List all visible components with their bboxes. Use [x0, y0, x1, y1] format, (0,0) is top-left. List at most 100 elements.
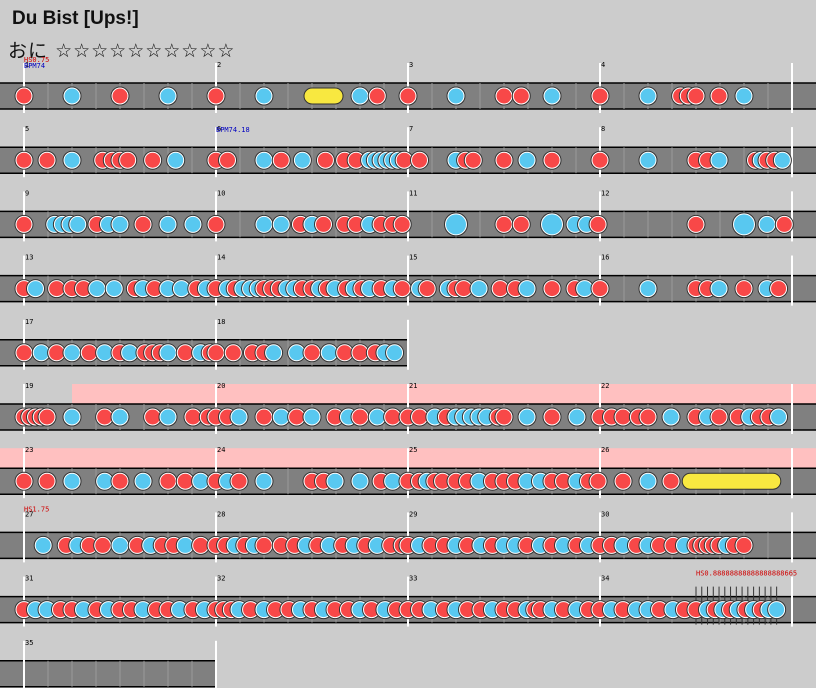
measure-number: 4 [601, 61, 605, 69]
ka-note-face [256, 152, 272, 168]
ka-note-face [771, 409, 787, 425]
ka-note-face [663, 409, 679, 425]
don-note-face [590, 473, 606, 489]
don-note-face [400, 88, 416, 104]
ka-note-face [273, 409, 289, 425]
don-note-face [640, 409, 656, 425]
ka-note-face [35, 537, 51, 553]
ka-note-face [769, 602, 785, 618]
don-note-face [177, 345, 193, 361]
ka-note-face [97, 473, 113, 489]
don-note-face [590, 216, 606, 232]
measure-number: 9 [25, 189, 29, 197]
lane-track [0, 660, 216, 687]
don-note-face [385, 409, 401, 425]
don-note-face [185, 409, 201, 425]
chart-annotation: BPM74.18 [216, 126, 250, 134]
ka-note-face [266, 345, 282, 361]
ka-note-face [173, 281, 189, 297]
chart-annotation: BPM74 [24, 62, 45, 70]
ka-note-face [544, 88, 560, 104]
ka-note-face [231, 409, 247, 425]
drumroll-note [681, 472, 782, 490]
measure-number: 32 [217, 575, 225, 583]
don-note-face [544, 409, 560, 425]
ka-note-face [64, 345, 80, 361]
don-note-face [776, 216, 792, 232]
don-note-face [304, 345, 320, 361]
ka-note-face [369, 409, 385, 425]
ka-note-face [519, 152, 535, 168]
ka-note-face [160, 409, 176, 425]
ka-note-face [352, 473, 368, 489]
don-note-face [465, 152, 481, 168]
don-note-face [256, 409, 272, 425]
don-note-face [496, 409, 512, 425]
measure-number: 21 [409, 382, 417, 390]
ka-note-face [64, 409, 80, 425]
measure-number: 22 [601, 382, 609, 390]
don-note-face [513, 216, 529, 232]
ka-note-face [759, 216, 775, 232]
ka-note-face [160, 345, 176, 361]
measure-number: 12 [601, 189, 609, 197]
ka-note-face [185, 216, 201, 232]
ka-note-face [640, 473, 656, 489]
ka-note-face [168, 152, 184, 168]
don-note-face [208, 88, 224, 104]
measure-number: 33 [409, 575, 417, 583]
don-note-face [49, 345, 65, 361]
don-note-face [337, 345, 353, 361]
don-note-face [736, 281, 752, 297]
don-note-face [177, 473, 193, 489]
don-note-face [688, 216, 704, 232]
measure-number: 14 [217, 254, 225, 262]
measure-number: 20 [217, 382, 225, 390]
ka-note-face [446, 214, 466, 235]
measure-number: 15 [409, 254, 417, 262]
ka-note-face [160, 216, 176, 232]
don-note-face [16, 88, 32, 104]
don-note-face [352, 409, 368, 425]
ka-note-face [64, 473, 80, 489]
don-note-face [544, 281, 560, 297]
measure-number: 2 [217, 61, 221, 69]
measure-number: 28 [217, 510, 225, 518]
don-note-face [663, 473, 679, 489]
chart-annotation: HS0.88888888888888888665 [696, 570, 797, 578]
measure-number: 25 [409, 446, 417, 454]
don-note-face [592, 88, 608, 104]
ka-note-face [385, 473, 401, 489]
ka-note-face [97, 345, 113, 361]
don-note-face [394, 216, 410, 232]
ka-note-face [70, 216, 86, 232]
ka-note-face [569, 409, 585, 425]
ka-note-face [160, 88, 176, 104]
ka-note-face [711, 152, 727, 168]
don-note-face [289, 409, 305, 425]
ka-note-face [640, 88, 656, 104]
don-note-face [317, 152, 333, 168]
measure-number: 29 [409, 510, 417, 518]
ka-note-face [64, 88, 80, 104]
don-note-face [496, 216, 512, 232]
ka-note-face [774, 152, 790, 168]
don-note-face [39, 409, 55, 425]
ka-note-face [387, 345, 403, 361]
don-note-face [492, 281, 508, 297]
ka-note-face [33, 345, 49, 361]
ka-note-face [327, 473, 343, 489]
measure-number: 18 [217, 318, 225, 326]
don-note-face [419, 281, 435, 297]
don-note-face [208, 216, 224, 232]
ka-note-face [321, 345, 337, 361]
don-note-face [412, 409, 428, 425]
measure-number: 10 [217, 189, 225, 197]
gogo-section [72, 384, 816, 404]
ka-note-face [542, 214, 562, 235]
don-note-face [412, 152, 428, 168]
ka-note-face [577, 281, 593, 297]
don-note-face [160, 473, 176, 489]
ka-note-face [289, 345, 305, 361]
don-note-face [145, 409, 161, 425]
